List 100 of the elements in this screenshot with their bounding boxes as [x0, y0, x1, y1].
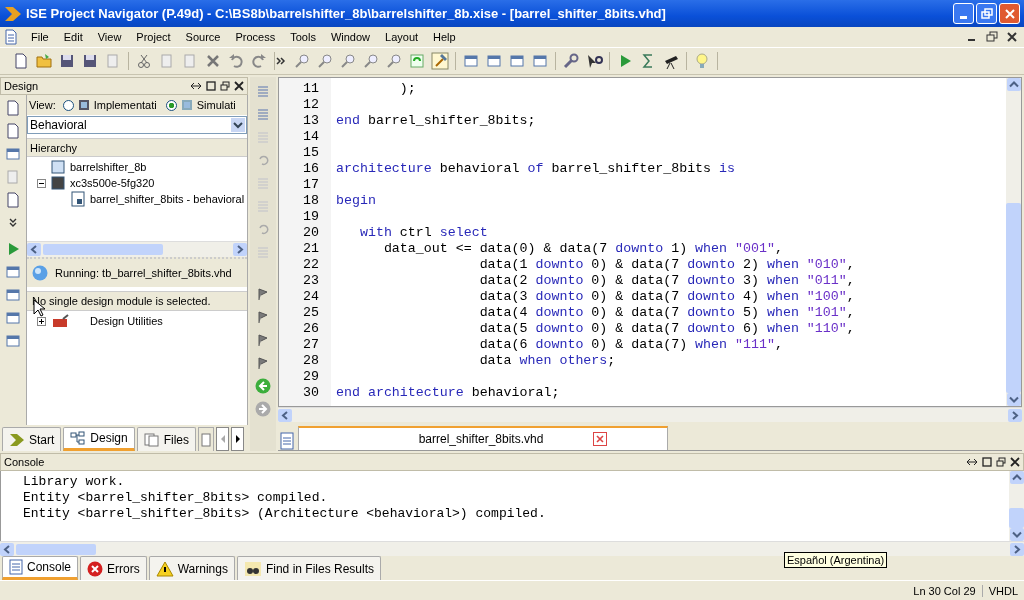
console-tab[interactable]: Errors	[80, 556, 147, 580]
expand-icon[interactable]	[37, 316, 46, 326]
tile-horizontal-icon[interactable]	[485, 52, 503, 70]
code-line: end architecture behavioral;	[336, 385, 560, 401]
radio-button[interactable]	[165, 99, 177, 111]
report-icon[interactable]	[4, 191, 22, 209]
zoom-fit-icon[interactable]	[339, 52, 357, 70]
chevron-icon[interactable]	[275, 55, 287, 67]
save-all-icon[interactable]	[81, 52, 99, 70]
cut-icon[interactable]	[135, 52, 153, 70]
view-dropdown[interactable]: Behavioral	[27, 116, 247, 134]
menu-item[interactable]: Help	[427, 31, 465, 43]
resize-icon[interactable]	[966, 457, 978, 467]
maximize-icon[interactable]	[982, 457, 992, 467]
tile-vertical-icon[interactable]	[508, 52, 526, 70]
maximize-icon[interactable]	[206, 81, 216, 91]
panel-title: Console	[4, 456, 45, 468]
hammer-icon[interactable]	[431, 52, 449, 70]
document-icon[interactable]	[278, 432, 296, 450]
process-icon[interactable]	[4, 286, 22, 304]
expand-icon[interactable]	[8, 218, 18, 228]
line-number: 16	[302, 161, 319, 177]
restore-button[interactable]	[976, 3, 997, 24]
vertical-scrollbar[interactable]	[1006, 78, 1021, 406]
tree-item[interactable]: Design Utilities	[90, 315, 163, 327]
menu-item[interactable]: View	[91, 31, 131, 43]
down-arrow-icon[interactable]	[1009, 528, 1024, 541]
menu-item[interactable]: Edit	[57, 31, 92, 43]
help-pointer-icon[interactable]	[585, 52, 603, 70]
float-icon[interactable]	[996, 457, 1006, 467]
refresh-icon[interactable]	[408, 52, 426, 70]
radio-button[interactable]	[62, 99, 74, 111]
magnifier-icon[interactable]	[385, 52, 403, 70]
tree-item[interactable]: barrelshifter_8b	[70, 161, 147, 173]
panel-tab[interactable]: Design	[63, 427, 135, 451]
close-icon[interactable]	[234, 81, 244, 91]
section-title: Hierarchy	[30, 141, 78, 154]
down-arrow-icon[interactable]	[1006, 393, 1021, 406]
menu-item[interactable]: Tools	[284, 31, 325, 43]
float-icon[interactable]	[220, 81, 230, 91]
scroll-right-button[interactable]	[231, 427, 245, 451]
open-folder-icon[interactable]	[35, 52, 53, 70]
right-arrow-icon	[233, 434, 242, 444]
code-line: architecture behavioral of barrel_shifter_8bits is	[336, 161, 736, 177]
cursor-position: Ln 30 Col 29	[913, 584, 976, 597]
code-line: data_out <= data(0) & data(7 downto 1) when "001",	[382, 241, 783, 257]
restore-icon[interactable]	[986, 31, 998, 43]
cascade-icon[interactable]	[462, 52, 480, 70]
add-source-icon[interactable]	[4, 99, 22, 117]
forward-icon[interactable]	[255, 401, 271, 417]
line-number: 13	[302, 113, 319, 129]
resize-icon[interactable]	[190, 81, 202, 91]
collapse-icon[interactable]	[37, 178, 46, 188]
menu-item[interactable]: Source	[179, 31, 230, 43]
wrench-icon[interactable]	[562, 52, 580, 70]
menu-item[interactable]: Window	[324, 31, 380, 43]
zoom-out-icon[interactable]	[316, 52, 334, 70]
vertical-scrollbar[interactable]	[1009, 471, 1024, 541]
up-arrow-icon[interactable]	[1006, 78, 1021, 91]
menu-item[interactable]: Layout	[379, 31, 428, 43]
panel-tab[interactable]: Files	[136, 427, 197, 451]
line-number: 29	[302, 369, 319, 385]
menu-item[interactable]: Project	[130, 31, 180, 43]
horizontal-scrollbar[interactable]	[278, 407, 1022, 422]
window-icon[interactable]	[531, 52, 549, 70]
horizontal-scrollbar[interactable]	[27, 241, 247, 257]
close-icon[interactable]	[1010, 457, 1020, 467]
menu-item[interactable]: File	[25, 31, 58, 43]
redo-icon[interactable]	[250, 52, 268, 70]
file-tab[interactable]: barrel_shifter_8bits.vhd	[298, 426, 668, 450]
tree-item[interactable]: xc3s500e-5fg320	[70, 177, 155, 189]
zoom-all-icon[interactable]	[362, 52, 380, 70]
add-table-icon[interactable]	[4, 145, 22, 163]
scroll-thumb[interactable]	[1009, 508, 1024, 528]
horizontal-scrollbar[interactable]	[0, 541, 1024, 556]
close-icon	[1003, 7, 1016, 20]
process-icon[interactable]	[4, 309, 22, 327]
binoculars-icon	[243, 560, 262, 577]
document-icon[interactable]	[3, 29, 19, 45]
process-icon[interactable]	[4, 263, 22, 281]
files-icon[interactable]	[201, 432, 212, 447]
menu-item[interactable]: Process	[229, 31, 285, 43]
status-text: Running: tb_barrel_shifter_8bits.vhd	[55, 267, 232, 279]
console-tab[interactable]: Warnings	[148, 556, 235, 580]
tree-item[interactable]: barrel_shifter_8bits - behavioral	[90, 193, 245, 205]
up-arrow-icon[interactable]	[1009, 471, 1024, 484]
back-icon[interactable]	[255, 378, 271, 394]
close-icon[interactable]	[1006, 31, 1018, 43]
minimize-button[interactable]	[953, 3, 974, 24]
new-file-icon[interactable]	[12, 52, 30, 70]
add-copy-icon[interactable]	[4, 122, 22, 140]
save-icon[interactable]	[58, 52, 76, 70]
zoom-in-icon[interactable]	[293, 52, 311, 70]
table-icon[interactable]	[4, 332, 22, 350]
console-tab[interactable]: Find in Files Results	[236, 556, 381, 580]
panel-tab[interactable]: Start	[2, 427, 62, 451]
close-button[interactable]	[999, 3, 1020, 24]
console-tab[interactable]: Console	[2, 556, 79, 580]
undo-icon[interactable]	[227, 52, 245, 70]
scroll-thumb[interactable]	[1006, 203, 1021, 393]
